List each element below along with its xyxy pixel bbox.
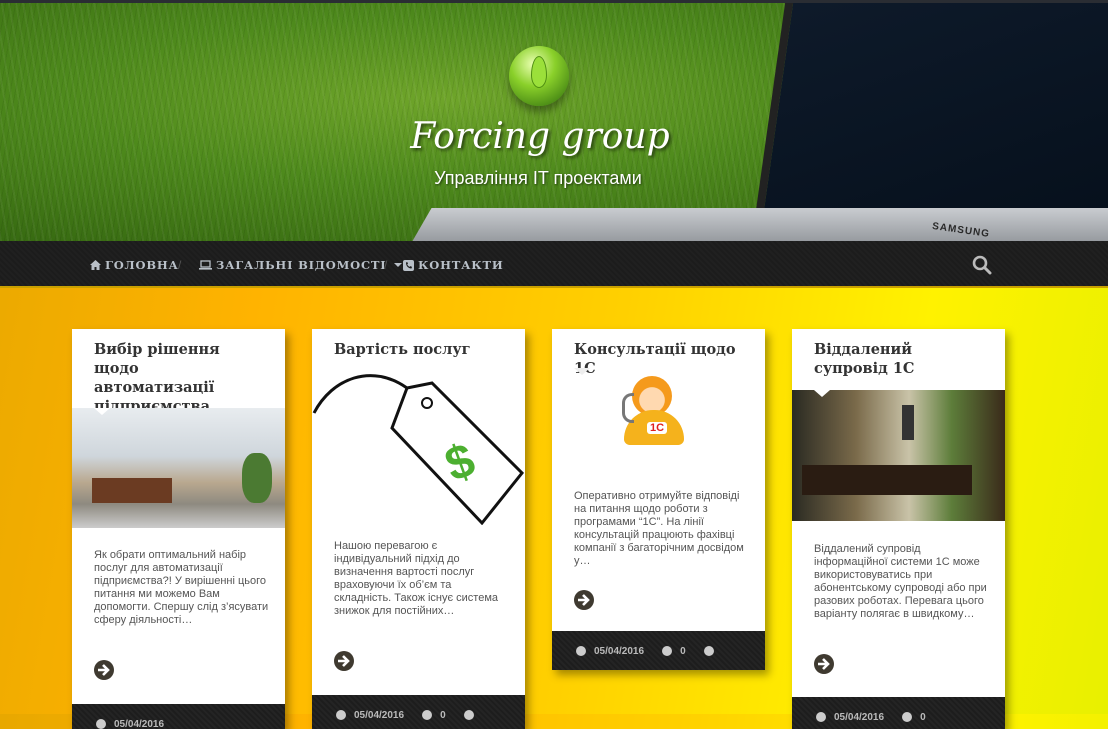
read-more-arrow-icon[interactable] [94, 660, 114, 680]
caret-down-icon [394, 263, 402, 268]
laptop-keyboard [408, 208, 1108, 241]
nav-separator: / [384, 258, 387, 272]
post-image-workspace[interactable] [792, 390, 1005, 521]
calendar-icon [96, 719, 106, 729]
comment-count[interactable]: 0 [920, 712, 926, 723]
site-tagline: Управління IT проектами [0, 168, 1076, 189]
comment-icon [422, 710, 432, 720]
search-icon[interactable] [972, 255, 992, 275]
post-card: Консультації щодо 1С 1С Оперативно отрим… [552, 329, 765, 670]
post-excerpt: Оперативно отримуйте відповіді на питанн… [574, 490, 749, 567]
header-banner: SAMSUNG Forcing group Управління IT прое… [0, 3, 1108, 241]
post-image-office[interactable] [72, 408, 285, 528]
post-card: Віддалений супровід 1С Віддалений супров… [792, 329, 1005, 729]
post-excerpt: Нашою перевагою є індивідуальний підхід … [334, 540, 509, 617]
post-date: 05/04/2016 [594, 646, 644, 657]
nav-item-contacts[interactable]: КОНТАКТИ [403, 258, 504, 272]
nav-separator: / [178, 258, 181, 272]
post-title[interactable]: Вартість послуг [312, 329, 525, 359]
main-nav: ГОЛОВНА / ЗАГАЛЬНІ ВІДОМОСТІ / КОНТАКТИ [0, 241, 1108, 288]
nav-item-home[interactable]: ГОЛОВНА [90, 258, 179, 272]
post-meta: 05/04/2016 0 [312, 695, 525, 729]
edit-icon[interactable] [704, 646, 714, 656]
leaf-icon [531, 56, 547, 88]
notch [814, 390, 830, 397]
edit-icon[interactable] [464, 710, 474, 720]
post-date: 05/04/2016 [354, 710, 404, 721]
post-image-consultant[interactable]: 1С [552, 368, 765, 468]
nav-item-general-info[interactable]: ЗАГАЛЬНІ ВІДОМОСТІ [199, 258, 402, 272]
monitor-shape [902, 405, 914, 440]
read-more-arrow-icon[interactable] [574, 590, 594, 610]
post-meta: 05/04/2016 0 [792, 697, 1005, 729]
read-more-arrow-icon[interactable] [334, 651, 354, 671]
laptop-icon [199, 260, 212, 270]
post-title[interactable]: Віддалений супровід 1С [792, 329, 1005, 378]
post-image-price-tag[interactable]: $ [312, 368, 525, 525]
site-title[interactable]: Forcing group [0, 116, 1080, 157]
post-meta: 05/04/2016 0 [552, 631, 765, 670]
calendar-icon [336, 710, 346, 720]
comment-count[interactable]: 0 [680, 646, 686, 657]
desk-shape [92, 478, 172, 503]
plant-shape [242, 453, 272, 503]
nav-label: ГОЛОВНА [105, 258, 179, 272]
notch [94, 408, 110, 415]
home-icon [90, 260, 101, 270]
badge-1c: 1С [647, 422, 667, 434]
post-card: Вартість послуг $ Нашою перевагою є інди… [312, 329, 525, 729]
nav-label: ЗАГАЛЬНІ ВІДОМОСТІ [216, 258, 386, 272]
calendar-icon [576, 646, 586, 656]
comment-count[interactable]: 0 [440, 710, 446, 721]
nav-label: КОНТАКТИ [418, 258, 504, 272]
post-title[interactable]: Вибір рішення щодо автоматизації підприє… [72, 329, 285, 416]
headset-icon [622, 393, 634, 423]
desk-shape [802, 465, 972, 495]
read-more-arrow-icon[interactable] [814, 654, 834, 674]
comment-icon [662, 646, 672, 656]
post-date: 05/04/2016 [114, 719, 164, 729]
post-excerpt: Як обрати оптимальний набір послуг для а… [94, 549, 269, 626]
phone-icon [403, 260, 414, 271]
post-meta: 05/04/2016 [72, 704, 285, 729]
post-excerpt: Віддалений супровід інформаційної систем… [814, 543, 989, 620]
post-card: Вибір рішення щодо автоматизації підприє… [72, 329, 285, 729]
logo-orb[interactable] [509, 46, 569, 106]
post-date: 05/04/2016 [834, 712, 884, 723]
